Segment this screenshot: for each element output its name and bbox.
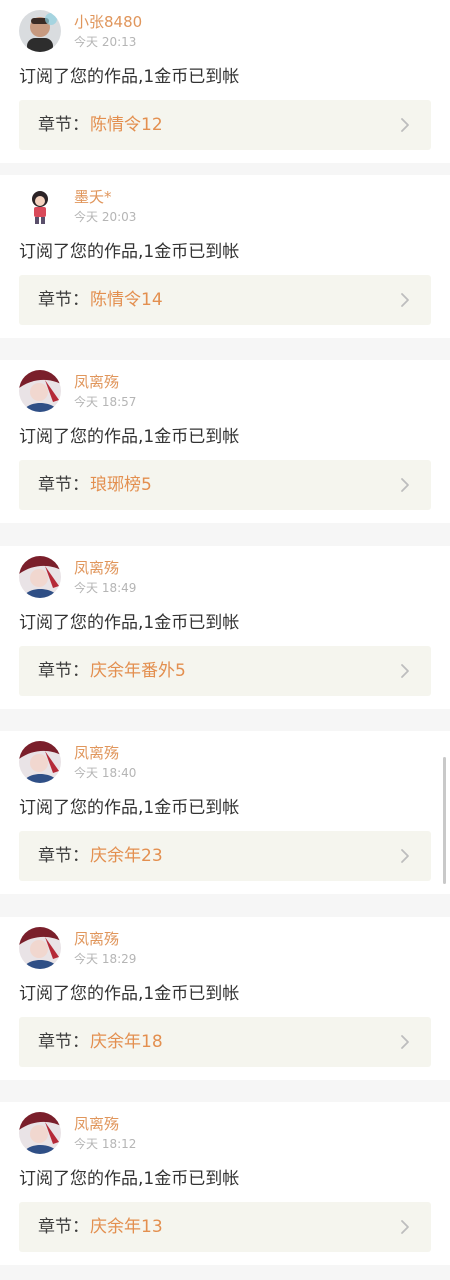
chapter-label: 章节： xyxy=(38,1032,89,1052)
message-text: 订阅了您的作品,1金币已到帐 xyxy=(19,798,240,818)
chapter-name: 陈情令12 xyxy=(90,115,163,135)
chapter-name: 庆余年13 xyxy=(90,1217,163,1237)
message-text: 订阅了您的作品,1金币已到帐 xyxy=(19,242,240,262)
message-text: 订阅了您的作品,1金币已到帐 xyxy=(19,613,240,633)
chapter-link[interactable]: 章节： 陈情令12 xyxy=(19,100,431,150)
avatar[interactable] xyxy=(19,741,61,783)
timestamp: 今天 18:29 xyxy=(74,952,137,966)
chapter-label: 章节： xyxy=(38,115,89,135)
username[interactable]: 墨夭* xyxy=(74,187,112,207)
notification-card: 凤离殇 今天 18:12 订阅了您的作品,1金币已到帐 章节： 庆余年13 xyxy=(0,1102,450,1265)
chapter-link[interactable]: 章节： 陈情令14 xyxy=(19,275,431,325)
notification-card: 墨夭* 今天 20:03 订阅了您的作品,1金币已到帐 章节： 陈情令14 xyxy=(0,175,450,338)
chapter-name: 陈情令14 xyxy=(90,290,163,310)
chapter-link[interactable]: 章节： 庆余年13 xyxy=(19,1202,431,1252)
chapter-link[interactable]: 章节： 琅琊榜5 xyxy=(19,460,431,510)
notification-card: 小张8480 今天 20:13 订阅了您的作品,1金币已到帐 章节： 陈情令12 xyxy=(0,0,450,163)
chevron-right-icon xyxy=(401,664,409,678)
avatar[interactable] xyxy=(19,10,61,52)
chevron-right-icon xyxy=(401,849,409,863)
username[interactable]: 凤离殇 xyxy=(74,1114,119,1134)
message-text: 订阅了您的作品,1金币已到帐 xyxy=(19,67,240,87)
scrollbar[interactable] xyxy=(443,757,446,884)
chevron-right-icon xyxy=(401,1035,409,1049)
username[interactable]: 凤离殇 xyxy=(74,929,119,949)
avatar[interactable] xyxy=(19,927,61,969)
username[interactable]: 小张8480 xyxy=(74,12,142,32)
message-text: 订阅了您的作品,1金币已到帐 xyxy=(19,427,240,447)
timestamp: 今天 18:40 xyxy=(74,766,137,780)
chevron-right-icon xyxy=(401,1220,409,1234)
timestamp: 今天 20:13 xyxy=(74,35,137,49)
chapter-name: 庆余年番外5 xyxy=(90,661,186,681)
chevron-right-icon xyxy=(401,478,409,492)
chapter-label: 章节： xyxy=(38,661,89,681)
timestamp: 今天 18:49 xyxy=(74,581,137,595)
chapter-name: 庆余年18 xyxy=(90,1032,163,1052)
notification-card: 凤离殇 今天 18:57 订阅了您的作品,1金币已到帐 章节： 琅琊榜5 xyxy=(0,360,450,523)
message-text: 订阅了您的作品,1金币已到帐 xyxy=(19,1169,240,1189)
timestamp: 今天 20:03 xyxy=(74,210,137,224)
avatar[interactable] xyxy=(19,1112,61,1154)
chapter-label: 章节： xyxy=(38,1217,89,1237)
chapter-name: 琅琊榜5 xyxy=(90,475,152,495)
chapter-label: 章节： xyxy=(38,290,89,310)
chapter-link[interactable]: 章节： 庆余年18 xyxy=(19,1017,431,1067)
notification-card: 凤离殇 今天 18:29 订阅了您的作品,1金币已到帐 章节： 庆余年18 xyxy=(0,917,450,1080)
chapter-link[interactable]: 章节： 庆余年番外5 xyxy=(19,646,431,696)
username[interactable]: 凤离殇 xyxy=(74,558,119,578)
avatar[interactable] xyxy=(19,185,61,227)
username[interactable]: 凤离殇 xyxy=(74,372,119,392)
chevron-right-icon xyxy=(401,118,409,132)
timestamp: 今天 18:57 xyxy=(74,395,137,409)
notification-card: 凤离殇 今天 18:49 订阅了您的作品,1金币已到帐 章节： 庆余年番外5 xyxy=(0,546,450,709)
username[interactable]: 凤离殇 xyxy=(74,743,119,763)
chapter-label: 章节： xyxy=(38,475,89,495)
chapter-name: 庆余年23 xyxy=(90,846,163,866)
chevron-right-icon xyxy=(401,293,409,307)
chapter-link[interactable]: 章节： 庆余年23 xyxy=(19,831,431,881)
message-text: 订阅了您的作品,1金币已到帐 xyxy=(19,984,240,1004)
timestamp: 今天 18:12 xyxy=(74,1137,137,1151)
chapter-label: 章节： xyxy=(38,846,89,866)
notification-card: 凤离殇 今天 18:40 订阅了您的作品,1金币已到帐 章节： 庆余年23 xyxy=(0,731,450,894)
avatar[interactable] xyxy=(19,370,61,412)
avatar[interactable] xyxy=(19,556,61,598)
